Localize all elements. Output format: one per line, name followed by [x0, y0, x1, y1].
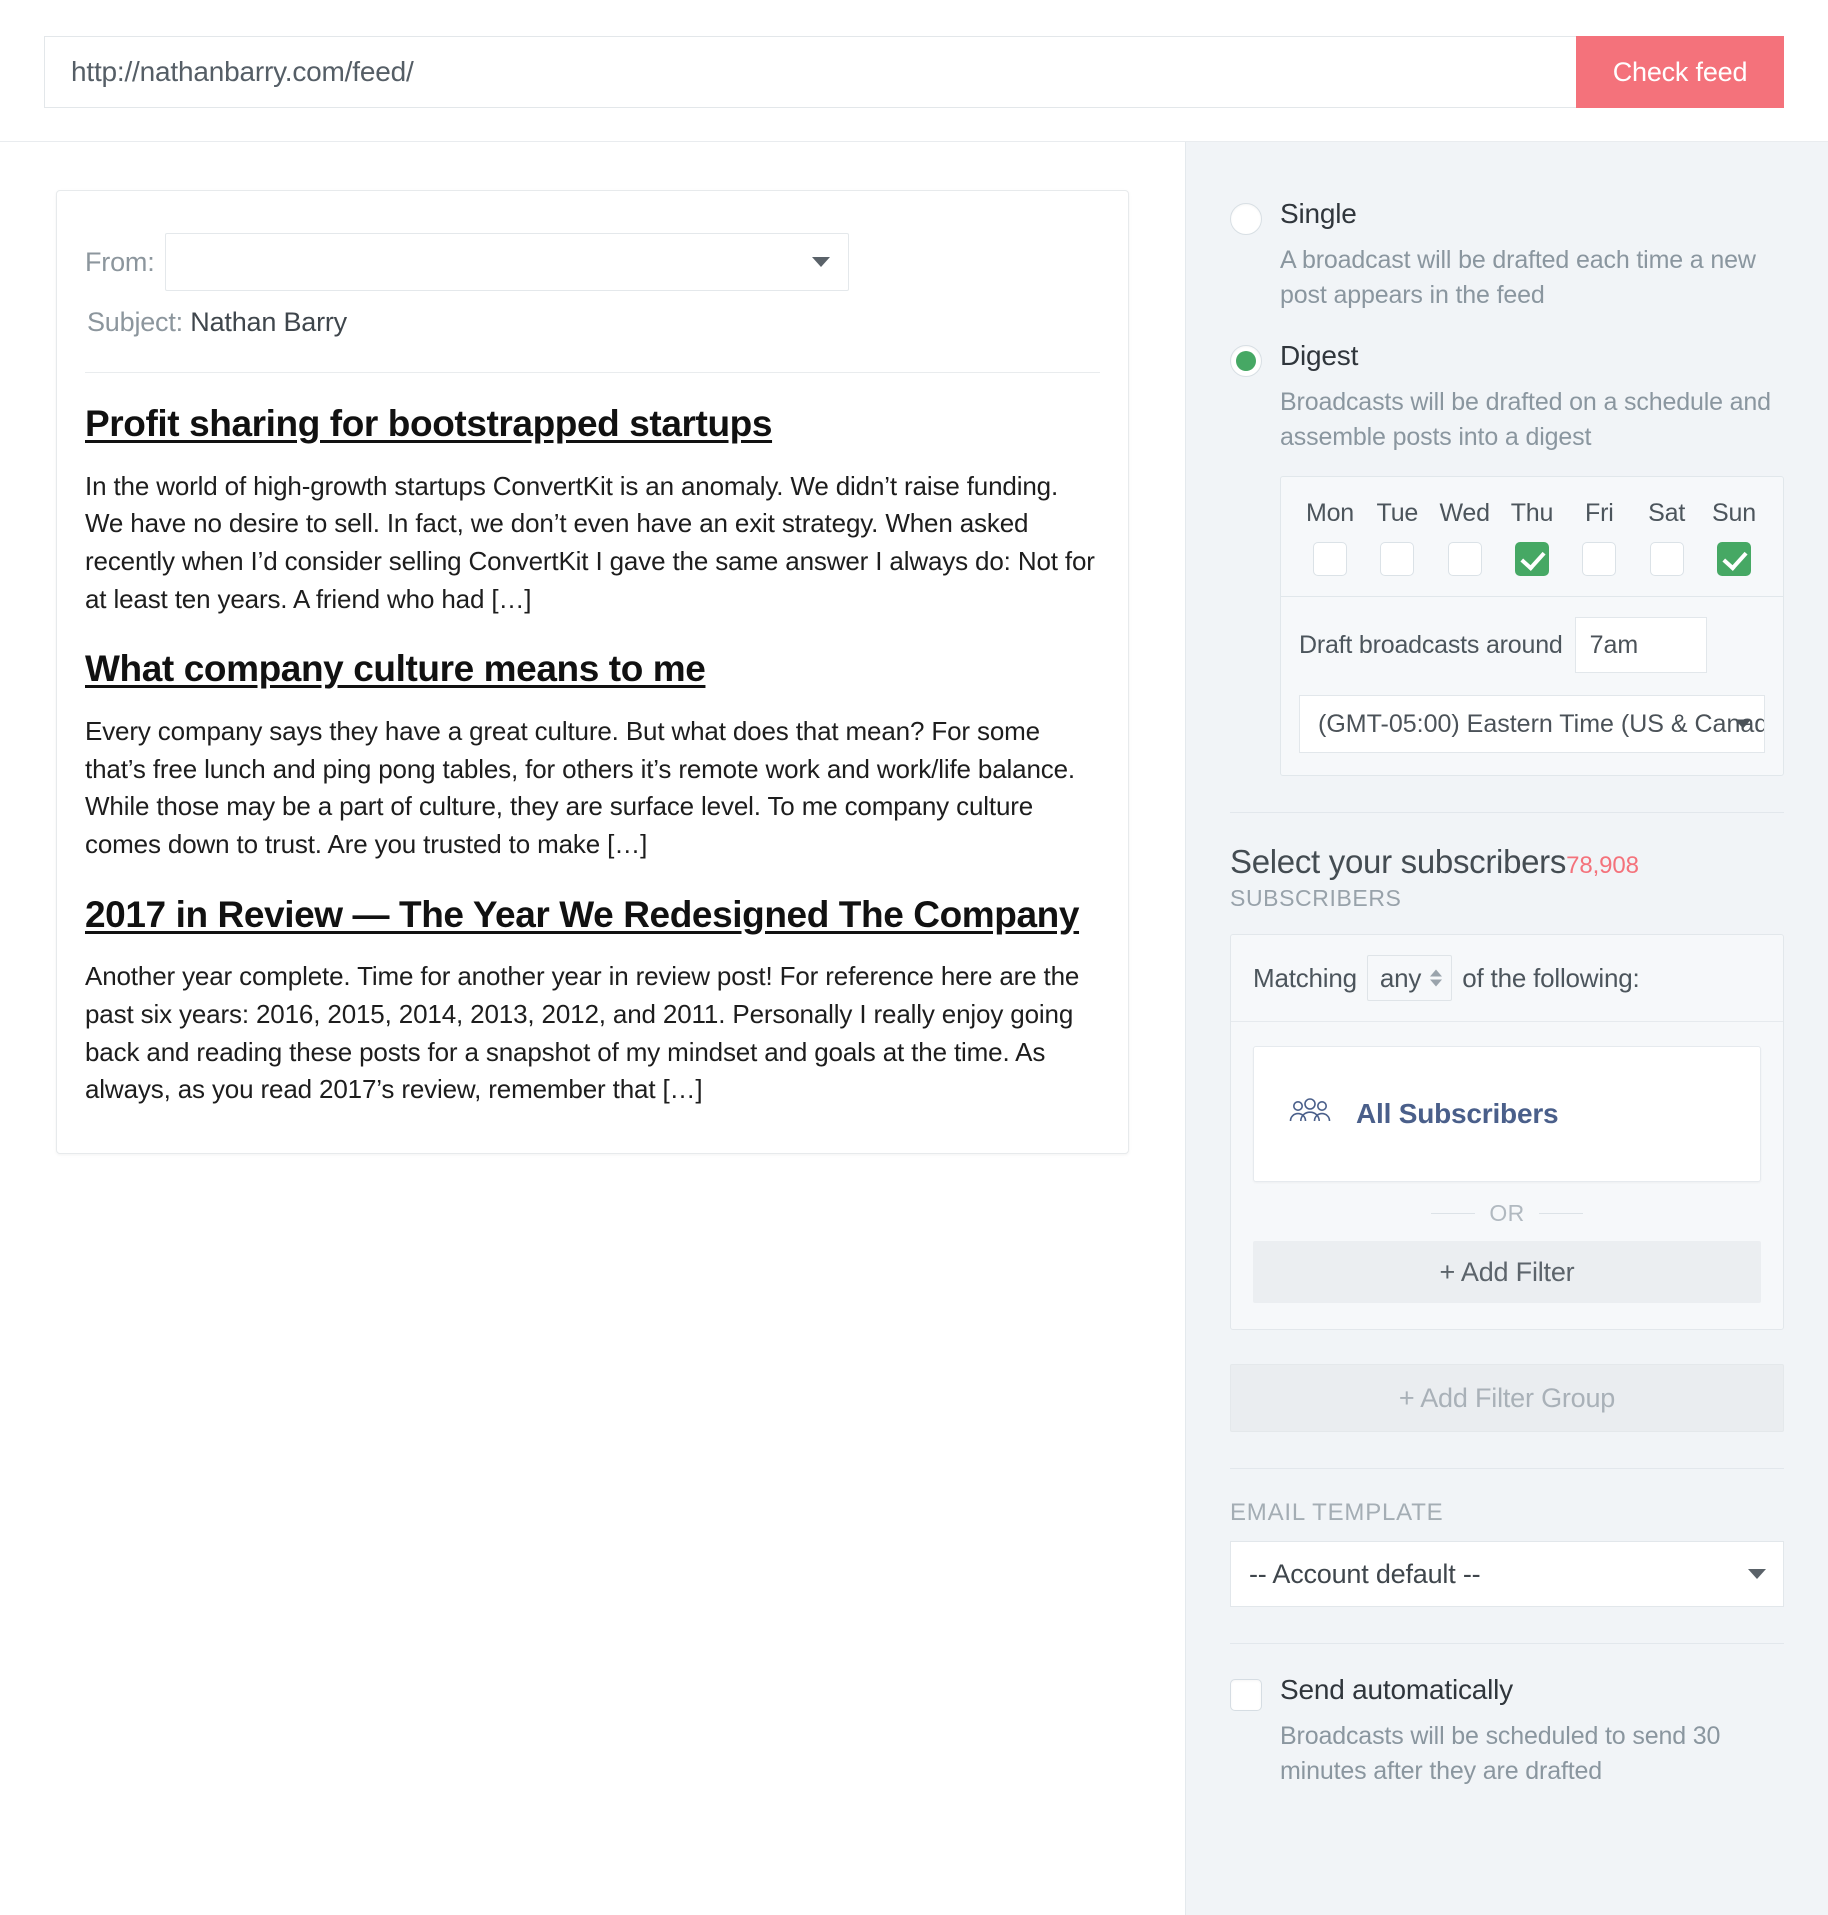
post-body: In the world of high-growth startups Con… [85, 470, 1095, 614]
email-preview-card: From: Subject: Nathan Barry Profit shari… [56, 190, 1129, 1154]
email-preview-pane: From: Subject: Nathan Barry Profit shari… [0, 142, 1185, 1915]
feed-url-bar: Check feed [0, 0, 1828, 142]
day-checkbox-fri[interactable] [1582, 542, 1617, 576]
subscriber-count: 78,908 [1566, 852, 1639, 879]
from-row: From: [85, 233, 1100, 291]
radio-digest-icon[interactable] [1230, 345, 1262, 377]
send-automatically-checkbox[interactable] [1230, 1679, 1262, 1711]
day-column-wed: Wed [1432, 499, 1498, 576]
people-group-icon [1288, 1097, 1332, 1132]
option-digest-label: Digest [1280, 340, 1359, 371]
day-column-sun: Sun [1701, 499, 1767, 576]
add-filter-button[interactable]: + Add Filter [1253, 1241, 1761, 1303]
post-title[interactable]: Profit sharing for bootstrapped startups [85, 403, 1100, 446]
chevron-down-icon [1735, 719, 1751, 729]
draft-time-input[interactable] [1574, 617, 1707, 673]
settings-pane: Single A broadcast will be drafted each … [1185, 142, 1828, 1915]
filter-body: All Subscribers OR + Add Filter [1231, 1022, 1783, 1329]
section-divider [1230, 812, 1784, 813]
day-column-sat: Sat [1634, 499, 1700, 576]
email-template-field: -- Account default -- [1230, 1541, 1784, 1607]
day-label: Sat [1648, 499, 1686, 527]
post-title[interactable]: What company culture means to me [85, 648, 1100, 691]
send-automatically-description: Broadcasts will be scheduled to send 30 … [1280, 1722, 1721, 1785]
subject-row: Subject: Nathan Barry [85, 307, 1100, 338]
day-checkbox-sun[interactable] [1716, 542, 1751, 576]
card-divider [85, 372, 1100, 373]
option-digest: Digest Broadcasts will be drafted on a s… [1230, 340, 1784, 776]
section-divider [1230, 1643, 1784, 1644]
matching-row: Matching any of the following: [1231, 935, 1783, 1022]
day-column-tue: Tue [1364, 499, 1430, 576]
subject-value: Nathan Barry [190, 307, 347, 337]
day-checkbox-tue[interactable] [1380, 542, 1415, 576]
main-layout: From: Subject: Nathan Barry Profit shari… [0, 142, 1828, 1915]
option-digest-row[interactable]: Digest [1230, 340, 1784, 377]
day-checkbox-thu[interactable] [1514, 542, 1549, 576]
subscribers-section: Select your subscribers78,908 SUBSCRIBER… [1230, 843, 1784, 1432]
digest-schedule-box: Mon Tue Wed Thu Fri Sat Sun Draft broadc… [1280, 476, 1784, 776]
matching-operator-value: any [1379, 962, 1422, 993]
or-label: OR [1489, 1200, 1525, 1226]
subject-label: Subject: [87, 307, 183, 337]
matching-suffix-label: of the following: [1462, 962, 1640, 993]
day-label: Fri [1585, 499, 1614, 527]
feed-url-input[interactable] [44, 36, 1576, 108]
email-template-select[interactable]: -- Account default -- [1230, 1541, 1784, 1607]
day-checkbox-sat[interactable] [1649, 542, 1684, 576]
all-subscribers-card[interactable]: All Subscribers [1253, 1046, 1761, 1182]
add-filter-group-button[interactable]: + Add Filter Group [1230, 1364, 1784, 1432]
or-line-left [1431, 1213, 1476, 1214]
email-template-section: EMAIL TEMPLATE -- Account default -- [1230, 1499, 1784, 1607]
all-subscribers-label: All Subscribers [1356, 1098, 1559, 1129]
option-single-label: Single [1280, 198, 1357, 229]
option-single: Single A broadcast will be drafted each … [1230, 198, 1784, 312]
day-label: Sun [1712, 499, 1756, 527]
subscribers-heading: Select your subscribers [1230, 843, 1567, 880]
timezone-field: (GMT-05:00) Eastern Time (US & Canada) [1299, 695, 1765, 753]
post-title[interactable]: 2017 in Review — The Year We Redesigned … [85, 894, 1100, 937]
day-label: Tue [1376, 499, 1419, 527]
day-column-thu: Thu [1499, 499, 1565, 576]
day-column-fri: Fri [1566, 499, 1632, 576]
day-column-mon: Mon [1297, 499, 1363, 576]
send-automatically-section: Send automatically Broadcasts will be sc… [1230, 1674, 1784, 1788]
day-label: Thu [1510, 499, 1554, 527]
day-label: Wed [1439, 499, 1490, 527]
check-feed-button[interactable]: Check feed [1576, 36, 1784, 108]
timezone-select[interactable]: (GMT-05:00) Eastern Time (US & Canada) [1299, 695, 1765, 753]
or-separator: OR [1253, 1200, 1761, 1227]
email-template-caption: EMAIL TEMPLATE [1230, 1499, 1444, 1526]
day-of-week-grid: Mon Tue Wed Thu Fri Sat Sun [1281, 477, 1783, 597]
draft-time-label: Draft broadcasts around [1299, 630, 1563, 659]
stepper-arrows-icon [1430, 969, 1443, 987]
send-automatically-row[interactable]: Send automatically [1230, 1674, 1784, 1711]
section-divider [1230, 1468, 1784, 1469]
subscribers-heading-row: Select your subscribers78,908 [1230, 843, 1784, 881]
option-digest-description: Broadcasts will be drafted on a schedule… [1280, 388, 1771, 451]
post-body: Another year complete. Time for another … [85, 961, 1080, 1105]
day-label: Mon [1305, 499, 1355, 527]
chevron-down-icon [811, 257, 830, 267]
send-automatically-label: Send automatically [1280, 1674, 1513, 1705]
chevron-down-icon [1748, 1569, 1766, 1579]
subscribers-caption: SUBSCRIBERS [1230, 885, 1402, 911]
radio-single-icon[interactable] [1230, 203, 1262, 235]
matching-operator-select[interactable]: any [1366, 955, 1453, 1001]
post-body: Every company says they have a great cul… [85, 715, 1076, 859]
option-single-description: A broadcast will be drafted each time a … [1280, 246, 1756, 309]
option-single-row[interactable]: Single [1230, 198, 1784, 235]
draft-time-row: Draft broadcasts around [1281, 597, 1783, 679]
matching-prefix-label: Matching [1253, 962, 1357, 993]
day-checkbox-wed[interactable] [1447, 542, 1482, 576]
or-line-right [1538, 1213, 1583, 1214]
from-label: From: [85, 246, 155, 277]
filter-panel: Matching any of the following: All Subsc… [1230, 934, 1784, 1330]
from-select[interactable] [164, 233, 849, 291]
day-checkbox-mon[interactable] [1313, 542, 1347, 576]
